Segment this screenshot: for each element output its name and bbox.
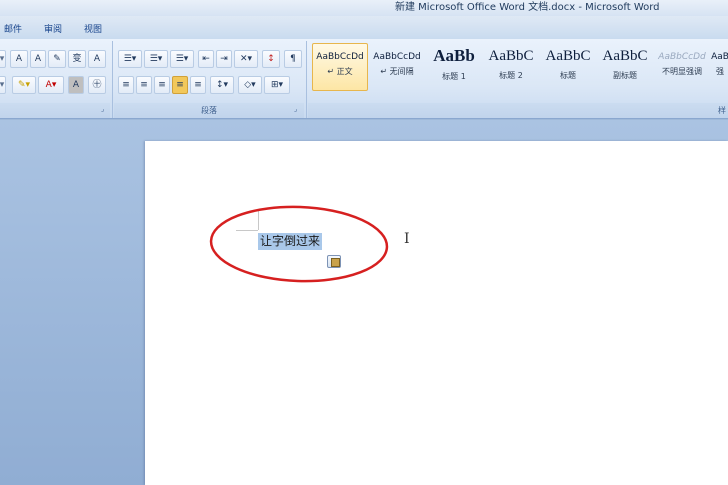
show-marks-icon[interactable]: ¶ [284, 50, 302, 68]
style-title[interactable]: AaBbC 标题 [540, 43, 596, 91]
bullets-icon[interactable]: ☰▾ [118, 50, 142, 68]
sort-icon[interactable]: ↕ [262, 50, 280, 68]
highlight-color-icon[interactable]: ✎▾ [12, 76, 36, 94]
style-name: 标题 [560, 71, 576, 80]
style-sample: AaBbC [545, 48, 591, 64]
tab-view[interactable]: 视图 [84, 22, 102, 35]
text-cursor-icon: I [404, 231, 410, 247]
style-name: 不明显强调 [662, 67, 702, 76]
selected-text[interactable]: 让字倒过来 [258, 233, 323, 250]
grow-font-button[interactable]: A [10, 50, 28, 68]
style-sample: AaB [711, 52, 728, 62]
style-sample: AaBbCcDd [658, 52, 706, 62]
numbering-icon[interactable]: ☰▾ [144, 50, 168, 68]
style-subtle-emphasis[interactable]: AaBbCcDd 不明显强调 [654, 43, 710, 91]
justify-icon[interactable]: ≡ [172, 76, 188, 94]
line-spacing-icon[interactable]: ↕▾ [210, 76, 234, 94]
styles-gallery: AaBbCcDd ↵ 正文 AaBbCcDd ↵ 无间隔 AaBb 标题 1 A… [310, 43, 728, 91]
paste-options-icon[interactable] [327, 255, 341, 268]
margin-marker [258, 210, 259, 230]
group-divider [306, 41, 307, 118]
style-sample: AaBb [433, 46, 475, 65]
borders-icon[interactable]: ⊞▾ [264, 76, 290, 94]
paragraph-dialog-launcher-icon[interactable]: ⌟ [294, 105, 302, 113]
style-name: ↵ 正文 [327, 67, 353, 76]
increase-indent-icon[interactable]: ⇥ [216, 50, 232, 68]
document-page[interactable] [145, 141, 728, 485]
tab-mailings[interactable]: 邮件 [4, 22, 22, 35]
style-emphasis[interactable]: AaB 强 [709, 43, 728, 91]
char-shading-button[interactable]: A [68, 76, 84, 94]
paragraph-group-label: 段落 [114, 103, 304, 118]
shading-icon[interactable]: ◇▾ [238, 76, 262, 94]
font-color-icon[interactable]: A▾ [38, 76, 64, 94]
ribbon-tabs: 邮件 审阅 视图 [0, 16, 728, 39]
style-no-spacing[interactable]: AaBbCcDd ↵ 无间隔 [369, 43, 425, 91]
style-heading-1[interactable]: AaBb 标题 1 [426, 43, 482, 91]
margin-marker [236, 230, 258, 231]
asian-layout-icon[interactable]: ✕▾ [234, 50, 258, 68]
distributed-align-icon[interactable]: ≡ [190, 76, 206, 94]
style-normal[interactable]: AaBbCcDd ↵ 正文 [312, 43, 368, 91]
char-border-button[interactable]: A [88, 50, 106, 68]
style-heading-2[interactable]: AaBbC 标题 2 [483, 43, 539, 91]
align-right-icon[interactable]: ≡ [154, 76, 170, 94]
style-name: ↵ 无间隔 [380, 67, 414, 76]
font-group-label [0, 103, 110, 118]
style-name: 标题 1 [442, 72, 466, 81]
style-sample: AaBbC [488, 48, 534, 64]
align-left-icon[interactable]: ≡ [118, 76, 134, 94]
style-subtitle[interactable]: AaBbC 副标题 [597, 43, 653, 91]
tab-review[interactable]: 审阅 [44, 22, 62, 35]
style-name: 副标题 [613, 71, 637, 80]
clear-format-icon[interactable]: ✎ [48, 50, 66, 68]
window-title: 新建 Microsoft Office Word 文档.docx - Micro… [395, 2, 660, 13]
style-sample: AaBbC [602, 48, 648, 64]
group-divider [112, 41, 113, 118]
multilevel-list-icon[interactable]: ☰▾ [170, 50, 194, 68]
style-name: 强 [716, 67, 724, 76]
format-dropdown[interactable]: ▾ [0, 76, 6, 94]
title-bar: 新建 Microsoft Office Word 文档.docx - Micro… [0, 0, 728, 16]
styles-group-label: 样 [308, 103, 728, 118]
decrease-indent-icon[interactable]: ⇤ [198, 50, 214, 68]
align-center-icon[interactable]: ≡ [136, 76, 152, 94]
font-dialog-launcher-icon[interactable]: ⌟ [101, 105, 109, 113]
shrink-font-button[interactable]: A [30, 50, 46, 68]
font-size-dropdown[interactable]: ▾ [0, 50, 6, 68]
enclose-char-button[interactable]: ㊉ [88, 76, 106, 94]
style-name: 标题 2 [499, 71, 523, 80]
style-sample: AaBbCcDd [373, 52, 421, 62]
phonetic-guide-button[interactable]: 变 [68, 50, 86, 68]
style-sample: AaBbCcDd [316, 52, 364, 62]
